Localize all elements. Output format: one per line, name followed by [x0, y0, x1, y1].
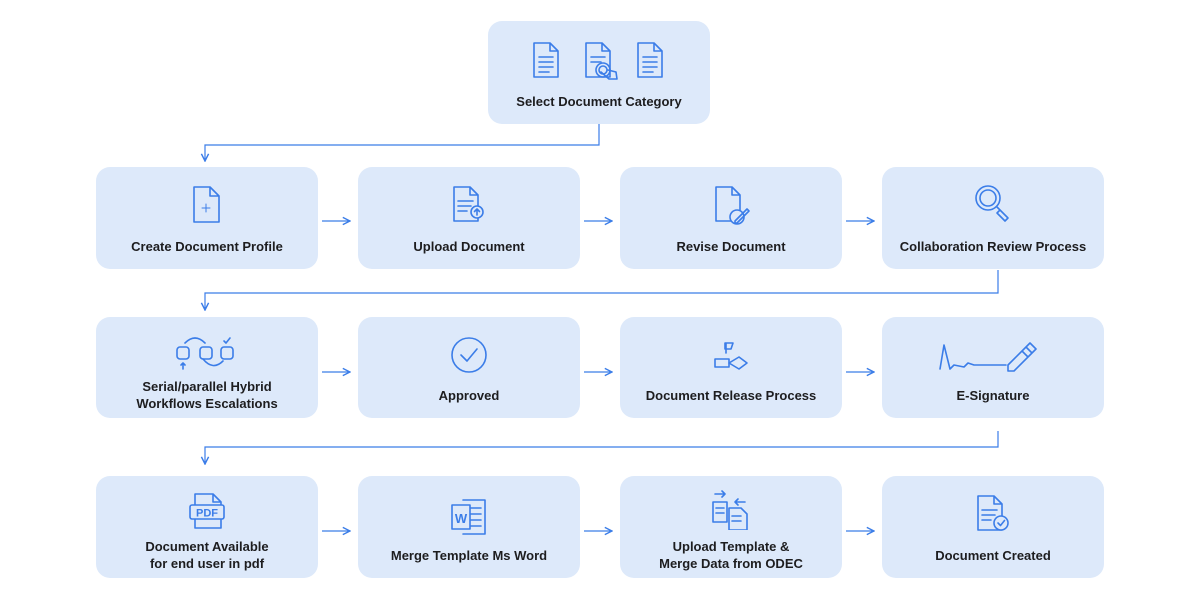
step-label: Workflows Escalations [136, 396, 278, 411]
connector-row1-row2 [205, 270, 999, 310]
step-document-available-pdf: PDF Document Available for end user in p… [96, 476, 318, 578]
word-text: W [455, 511, 468, 526]
step-label: Merge Template Ms Word [390, 548, 548, 563]
step-label: Select Document Category [516, 94, 682, 109]
step-label: Approved [438, 388, 500, 403]
merge-documents-icon [712, 490, 748, 530]
step-label: Upload Template & [672, 539, 790, 554]
revise-document-icon [715, 186, 750, 225]
step-document-release: Document Release Process [620, 317, 842, 418]
release-icon [714, 342, 748, 370]
step-e-signature: E-Signature [882, 317, 1104, 418]
step-upload-template-merge-odec: Upload Template & Merge Data from ODEC [620, 476, 842, 578]
new-document-icon [193, 186, 220, 223]
step-label: E-Signature [956, 388, 1030, 403]
step-label: Revise Document [676, 239, 786, 254]
step-label: Document Release Process [645, 388, 817, 403]
step-label: Serial/parallel Hybrid [142, 379, 272, 394]
document-check-icon [977, 495, 1009, 531]
workflow-icon [176, 337, 234, 370]
documents-select-icon [533, 42, 663, 80]
step-label: Collaboration Review Process [899, 239, 1087, 254]
signature-pen-icon [939, 342, 1037, 372]
step-label: Create Document Profile [131, 239, 283, 254]
step-label: Merge Data from ODEC [659, 556, 803, 571]
connector-top [205, 124, 600, 161]
step-upload-document: Upload Document [358, 167, 580, 269]
step-label: Document Created [935, 548, 1051, 563]
magnifier-icon [975, 185, 1009, 222]
step-revise-document: Revise Document [620, 167, 842, 269]
step-select-document-category: Select Document Category [488, 21, 710, 124]
step-label: Document Available [145, 539, 269, 554]
step-merge-template-word: W Merge Template Ms Word [358, 476, 580, 578]
step-hybrid-workflows: Serial/parallel Hybrid Workflows Escalat… [96, 317, 318, 418]
step-label: Upload Document [413, 239, 525, 254]
upload-document-icon [453, 186, 484, 222]
pdf-file-icon: PDF [189, 493, 225, 529]
ms-word-icon: W [451, 499, 486, 535]
pdf-text: PDF [196, 508, 218, 520]
step-collaboration-review: Collaboration Review Process [882, 167, 1104, 269]
step-document-created: Document Created [882, 476, 1104, 578]
check-circle-icon [451, 337, 487, 373]
step-approved: Approved [358, 317, 580, 418]
step-create-document-profile: Create Document Profile [96, 167, 318, 269]
connector-row2-row3 [205, 431, 999, 464]
step-label: for end user in pdf [149, 556, 265, 571]
